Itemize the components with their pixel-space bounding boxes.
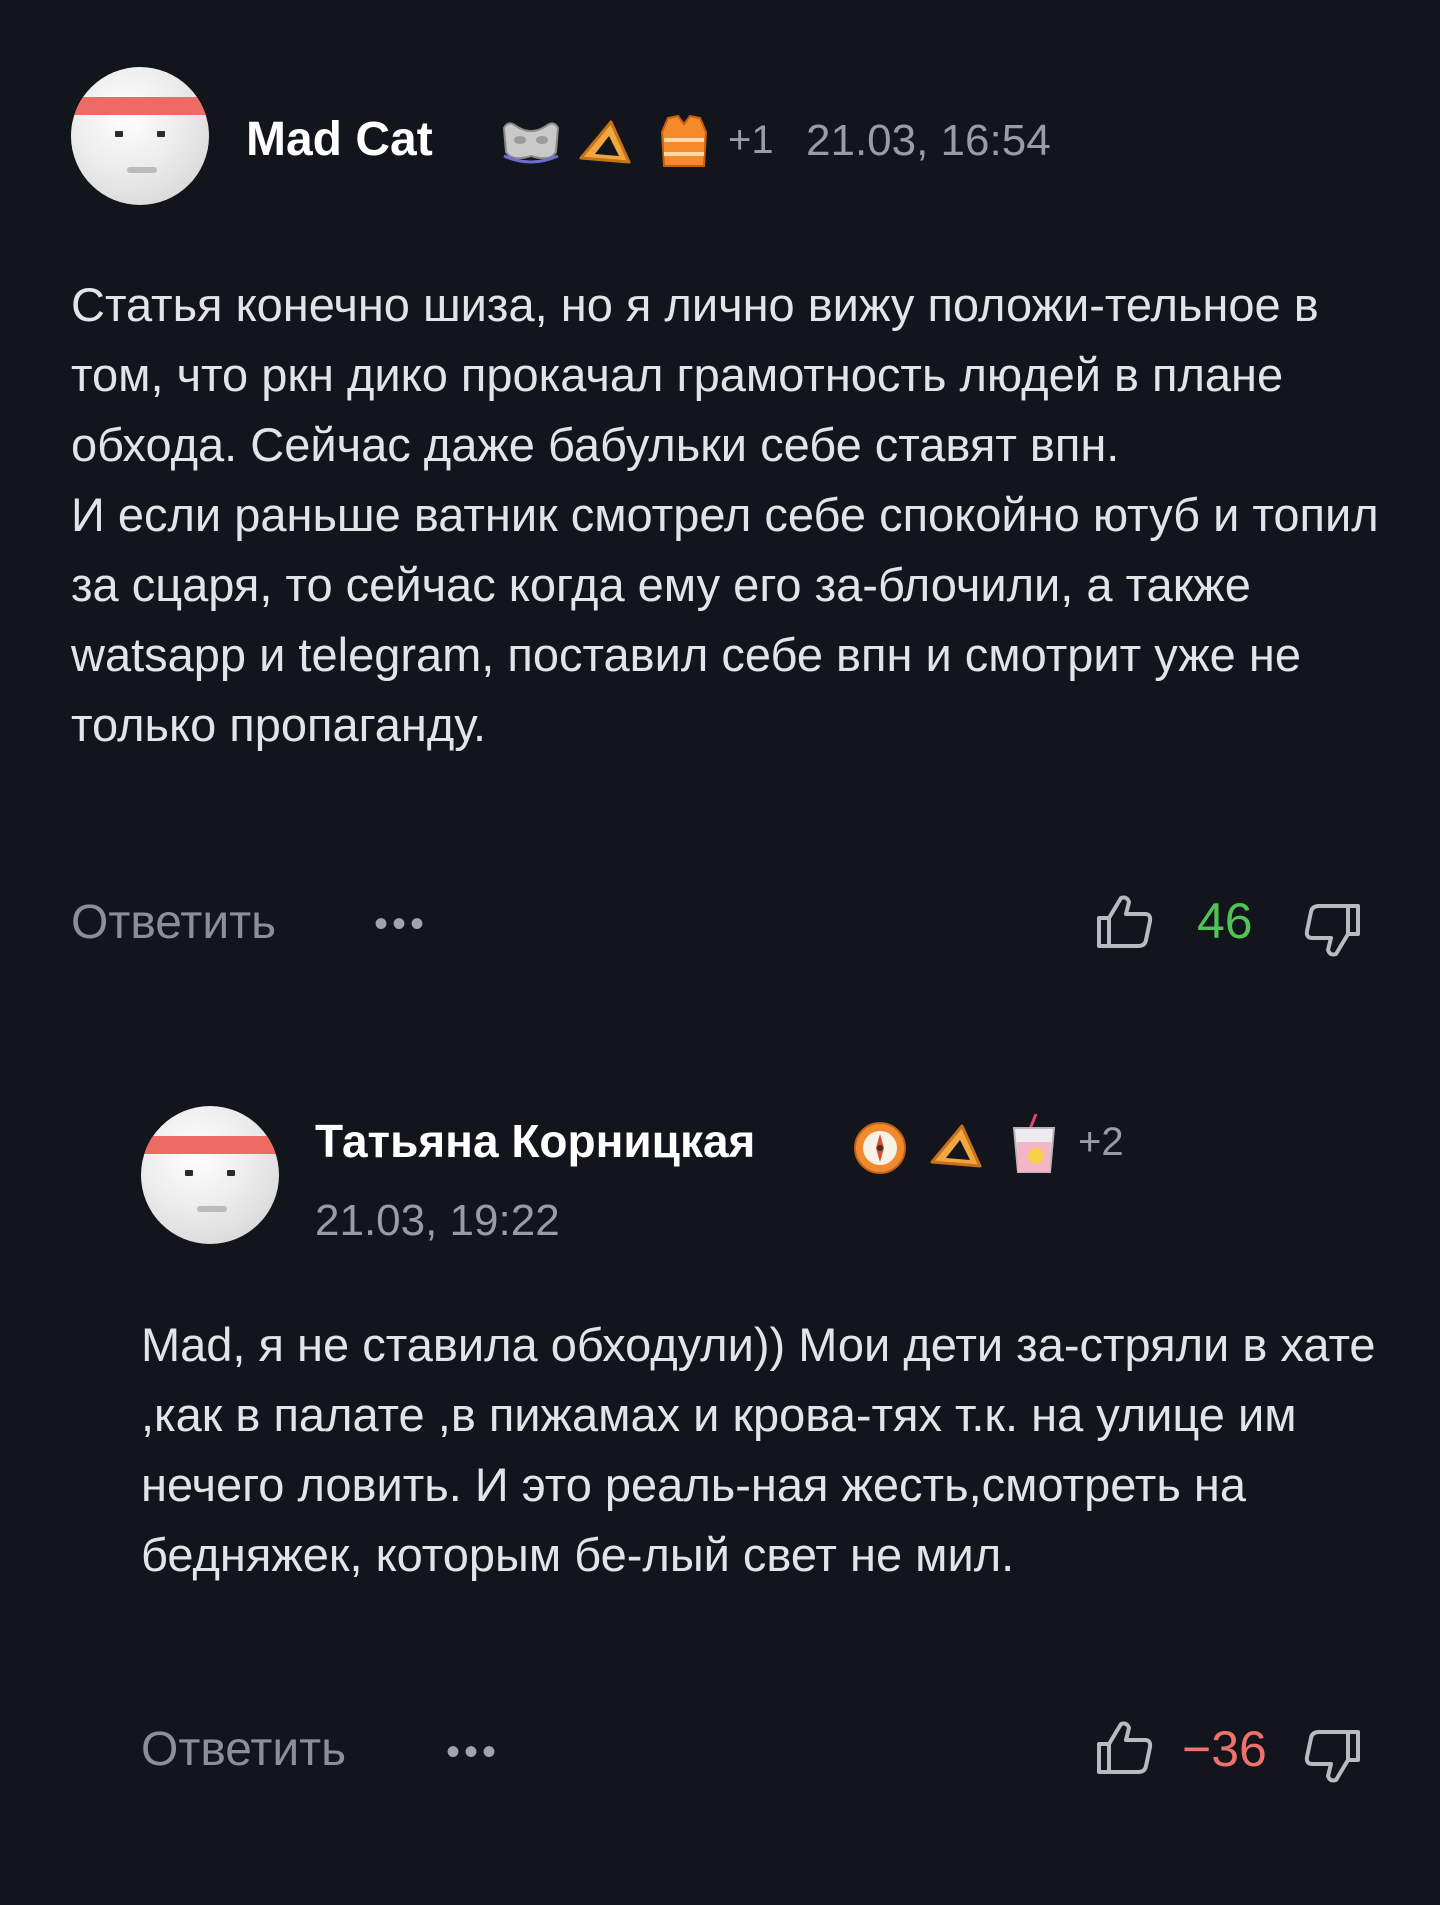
mask-badge-icon[interactable] [500,116,562,168]
triangle-pastry-badge-icon[interactable] [577,118,633,168]
drink-glass-badge-icon[interactable] [1006,1112,1062,1176]
triangle-pastry-badge-icon[interactable] [928,1122,984,1172]
avatar-eye [157,131,165,137]
comment-author[interactable]: Mad Cat [246,112,433,167]
badge-count[interactable]: +2 [1078,1120,1124,1165]
comment-paragraph: Mad, я не ставила обходули)) Мои дети за… [141,1318,1376,1581]
avatar-eye [227,1170,235,1176]
avatar-eye [185,1170,193,1176]
badge-count[interactable]: +1 [728,118,774,163]
vote-score: −36 [1182,1721,1267,1777]
avatar[interactable] [141,1106,279,1244]
comment-paragraph: И если раньше ватник смотрел себе спокой… [71,488,1379,751]
more-options-button[interactable]: ••• [374,902,428,947]
comment-body: Статья конечно шиза, но я лично вижу пол… [71,270,1381,760]
comment: Mad Cat +1 21.03, 16:54 Статья конечно ш… [0,0,1440,1000]
compass-badge-icon[interactable] [852,1120,908,1176]
thumbs-up-icon[interactable] [1093,1716,1155,1778]
avatar-eye [115,131,123,137]
comment-body: Mad, я не ставила обходули)) Мои дети за… [141,1310,1386,1590]
comment-author[interactable]: Татьяна Корницкая [315,1114,755,1168]
avatar-headband [141,1136,279,1154]
comment-reply: Татьяна Корницкая +2 21.03, 19:22 Mad, я… [0,1000,1440,1905]
avatar-mouth [197,1206,227,1212]
more-options-button[interactable]: ••• [446,1730,500,1775]
comment-paragraph: Статья конечно шиза, но я лично вижу пол… [71,278,1319,471]
avatar[interactable] [71,67,209,205]
comment-timestamp: 21.03, 16:54 [806,116,1051,165]
avatar-mouth [127,167,157,173]
life-vest-badge-icon[interactable] [658,112,710,170]
reply-button[interactable]: Ответить [71,895,276,950]
vote-score: 46 [1197,893,1253,949]
avatar-headband [71,97,209,115]
thumbs-down-icon[interactable] [1302,1726,1364,1788]
thumbs-up-icon[interactable] [1093,890,1155,952]
thumbs-down-icon[interactable] [1302,900,1364,962]
comment-timestamp: 21.03, 19:22 [315,1196,560,1245]
reply-button[interactable]: Ответить [141,1722,346,1777]
